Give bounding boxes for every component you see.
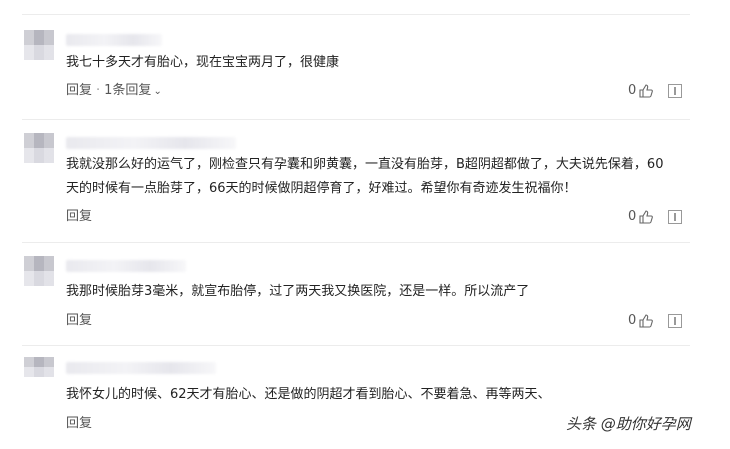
like-count: 0 [628,209,637,224]
comment-actions: 回复 · 1条回复 ⌄ [66,81,162,101]
avatar[interactable] [24,30,54,60]
thumbs-up-icon [639,314,654,328]
thumbs-up-icon [639,210,654,224]
thumbs-up-icon [639,84,654,98]
chevron-down-icon: ⌄ [153,86,162,97]
avatar[interactable] [24,357,54,377]
comment-text: 我七十多天才有胎心，现在宝宝两月了，很健康 [66,55,340,70]
report-icon[interactable] [668,314,682,328]
username-blurred[interactable] [66,362,216,374]
report-icon[interactable] [668,84,682,98]
like-count: 0 [628,313,637,328]
comment-text: 我怀女儿的时候、62天才有胎心、还是做的阴超才看到胎心、不要着急、再等两天、 [66,387,551,402]
comment-text: 我就没那么好的运气了，刚检查只有孕囊和卵黄囊，一直没有胎芽，B超阴超都做了，大夫… [66,157,664,196]
divider [22,14,690,15]
reply-button[interactable]: 回复 [66,313,92,328]
watermark: 头条 @助你好孕网 [566,415,691,433]
divider [22,242,690,243]
separator: · [96,83,101,98]
like-button[interactable]: 0 [628,207,654,227]
reply-button[interactable]: 回复 [66,83,92,98]
comment-actions: 回复 [66,311,92,331]
reply-button[interactable]: 回复 [66,416,92,431]
username-blurred[interactable] [66,137,236,149]
avatar[interactable] [24,133,54,163]
comment-text: 我那时候胎芽3毫米，就宣布胎停，过了两天我又换医院，还是一样。所以流产了 [66,284,530,299]
like-button[interactable]: 0 [628,311,654,331]
like-button[interactable]: 0 [628,81,654,101]
like-count: 0 [628,83,637,98]
report-icon[interactable] [668,210,682,224]
username-blurred[interactable] [66,260,186,272]
avatar[interactable] [24,256,54,286]
username-blurred[interactable] [66,34,162,46]
replies-count-label: 1条回复 [104,83,152,98]
comment-actions: 回复 [66,207,92,227]
comment-actions: 回复 [66,414,92,434]
view-replies-button[interactable]: 1条回复 ⌄ [104,83,162,98]
divider [22,345,690,346]
reply-button[interactable]: 回复 [66,209,92,224]
divider [22,119,690,120]
